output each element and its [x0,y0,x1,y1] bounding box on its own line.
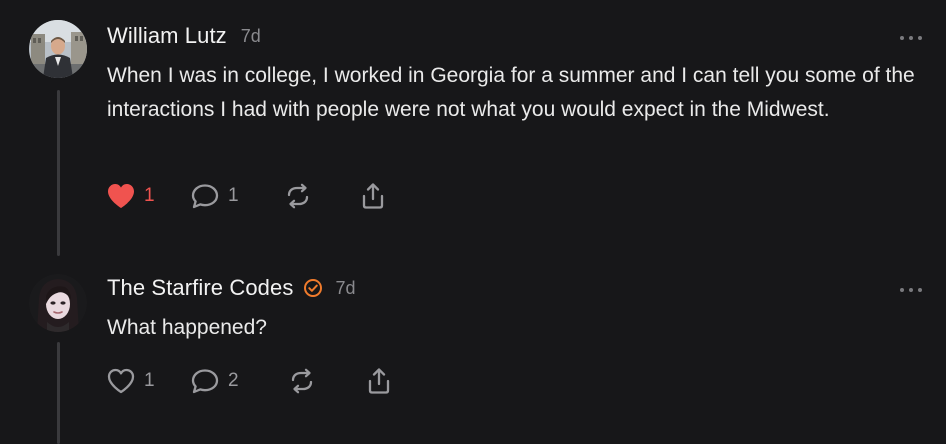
thread-line [57,342,60,444]
author-name[interactable]: William Lutz [107,23,227,49]
share-button[interactable] [364,366,394,396]
reply-button[interactable]: 2 [190,366,239,396]
comment-icon [191,184,219,209]
comment-header: William Lutz 7d [107,23,261,49]
more-options-icon[interactable] [900,285,922,295]
reply-count: 1 [228,185,239,206]
share-button[interactable] [358,181,388,211]
repost-icon [287,183,309,209]
avatar[interactable] [29,274,87,332]
reply-button[interactable]: 1 [190,181,239,211]
avatar[interactable] [29,20,87,78]
share-icon [362,183,384,209]
comment-header: The Starfire Codes 7d [107,275,355,301]
like-count: 1 [144,370,155,391]
heart-icon [108,184,134,208]
comment: The Starfire Codes 7d What happened? 1 2 [0,262,946,444]
comment-text: What happened? [107,316,267,339]
share-icon [368,368,390,394]
like-button[interactable]: 1 [106,366,155,396]
repost-button[interactable] [287,366,317,396]
like-count: 1 [144,185,155,206]
comment: William Lutz 7d When I was in college, I… [0,0,946,262]
comment-text: When I was in college, I worked in Georg… [107,64,915,121]
timestamp[interactable]: 7d [241,26,261,47]
verified-badge-icon [304,279,323,297]
heart-icon [107,368,135,394]
reply-count: 2 [228,370,239,391]
repost-button[interactable] [283,181,313,211]
author-name[interactable]: The Starfire Codes [107,275,293,301]
timestamp[interactable]: 7d [335,278,355,299]
repost-icon [291,368,313,394]
more-options-icon[interactable] [900,33,922,43]
thread-line [57,90,60,256]
like-button[interactable]: 1 [106,181,155,211]
comment-icon [191,369,219,394]
